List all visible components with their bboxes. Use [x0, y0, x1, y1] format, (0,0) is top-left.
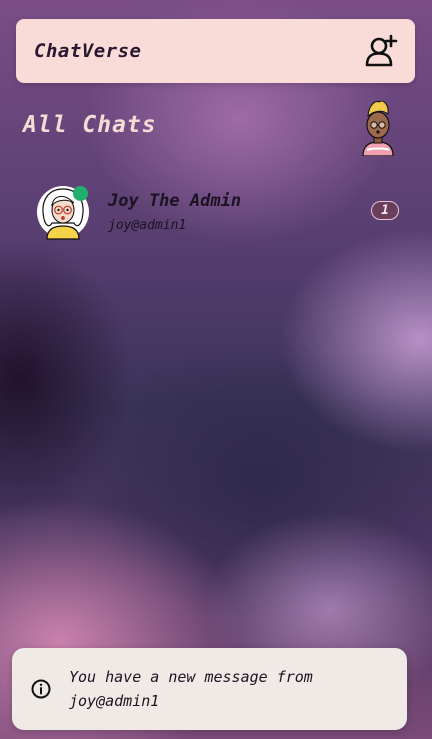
add-user-icon [365, 34, 398, 67]
unread-count-badge: 1 [371, 201, 399, 220]
app-header: ChatVerse [16, 19, 415, 83]
section-title: All Chats [23, 112, 157, 138]
chat-avatar [36, 183, 92, 241]
chat-contact-handle: joy@admin1 [108, 218, 187, 233]
profile-avatar[interactable] [357, 98, 399, 157]
chat-list-item[interactable]: Joy The Admin joy@admin1 1 [36, 183, 404, 243]
notification-toast[interactable]: You have a new message from joy@admin1 [12, 648, 407, 730]
chat-contact-name: Joy The Admin [108, 191, 242, 211]
user-avatar-icon [362, 100, 394, 157]
toast-message: You have a new message from joy@admin1 [69, 668, 313, 710]
online-indicator [73, 186, 88, 201]
app-title: ChatVerse [34, 40, 142, 62]
info-icon [31, 679, 51, 699]
add-user-button[interactable] [363, 33, 399, 69]
